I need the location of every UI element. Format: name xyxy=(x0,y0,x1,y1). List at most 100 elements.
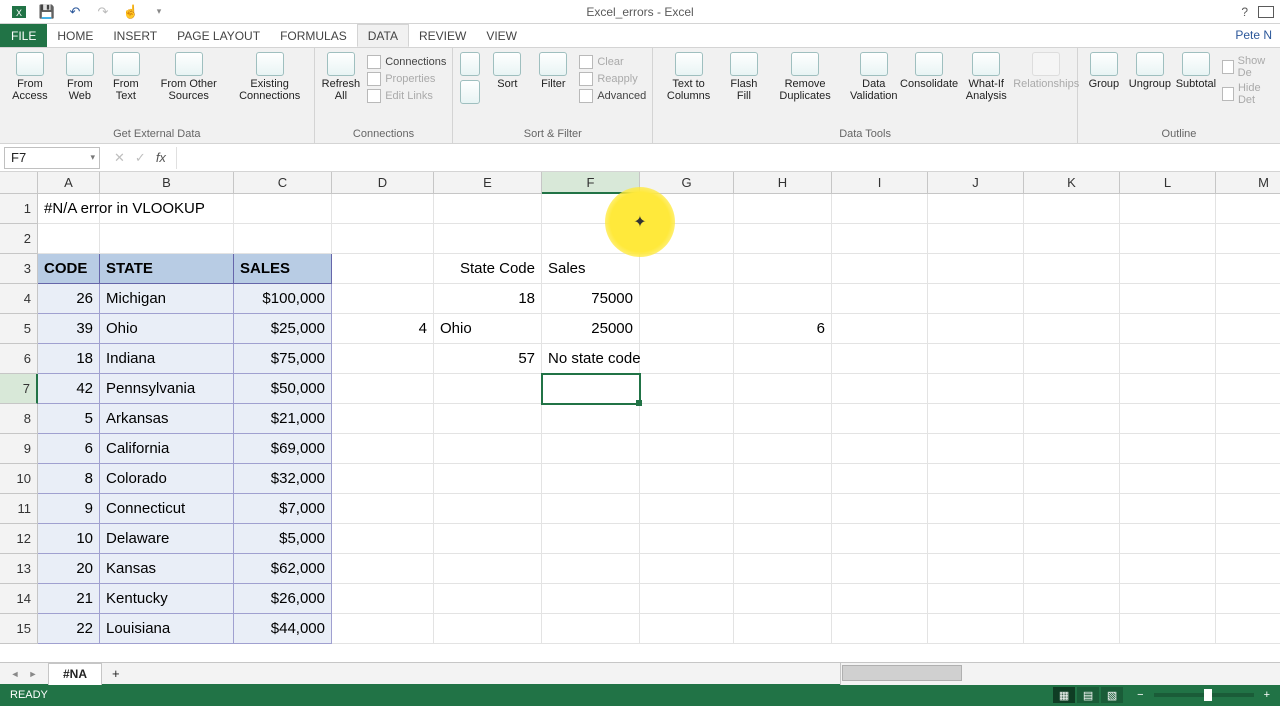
cell-F14[interactable] xyxy=(542,584,640,614)
cell-C9[interactable]: $69,000 xyxy=(234,434,332,464)
cell-B15[interactable]: Louisiana xyxy=(100,614,234,644)
col-header-G[interactable]: G xyxy=(640,172,734,194)
cell-J12[interactable] xyxy=(928,524,1024,554)
cell-H1[interactable] xyxy=(734,194,832,224)
cell-I6[interactable] xyxy=(832,344,928,374)
cell-E5[interactable]: Ohio xyxy=(434,314,542,344)
cell-K11[interactable] xyxy=(1024,494,1120,524)
cell-E14[interactable] xyxy=(434,584,542,614)
worksheet-grid[interactable]: ABCDEFGHIJKLM 123456789101112131415 #N/A… xyxy=(0,172,1280,662)
sort-az-button[interactable] xyxy=(457,50,483,106)
cell-M11[interactable] xyxy=(1216,494,1280,524)
horizontal-scrollbar[interactable] xyxy=(840,663,1280,685)
cell-H14[interactable] xyxy=(734,584,832,614)
cell-C10[interactable]: $32,000 xyxy=(234,464,332,494)
flash-fill-button[interactable]: Flash Fill xyxy=(722,50,766,104)
zoom-in-icon[interactable]: + xyxy=(1264,689,1270,701)
user-name[interactable]: Pete N xyxy=(1235,28,1272,42)
cell-G1[interactable] xyxy=(640,194,734,224)
cell-E3[interactable]: State Code xyxy=(434,254,542,284)
cell-H5[interactable]: 6 xyxy=(734,314,832,344)
from-other-sources-button[interactable]: From Other Sources xyxy=(150,50,228,104)
cell-I12[interactable] xyxy=(832,524,928,554)
cell-D14[interactable] xyxy=(332,584,434,614)
col-header-J[interactable]: J xyxy=(928,172,1024,194)
cell-C15[interactable]: $44,000 xyxy=(234,614,332,644)
cancel-icon[interactable]: ✕ xyxy=(114,150,125,166)
cell-I14[interactable] xyxy=(832,584,928,614)
cell-F7[interactable] xyxy=(542,374,640,404)
cell-A2[interactable] xyxy=(38,224,100,254)
cell-F9[interactable] xyxy=(542,434,640,464)
redo-icon[interactable]: ↷ xyxy=(92,1,114,23)
cell-J4[interactable] xyxy=(928,284,1024,314)
cell-B2[interactable] xyxy=(100,224,234,254)
cell-D3[interactable] xyxy=(332,254,434,284)
tab-data[interactable]: DATA xyxy=(357,24,409,47)
cell-I4[interactable] xyxy=(832,284,928,314)
cell-B14[interactable]: Kentucky xyxy=(100,584,234,614)
cell-G4[interactable] xyxy=(640,284,734,314)
from-text-button[interactable]: From Text xyxy=(104,50,148,104)
cell-M3[interactable] xyxy=(1216,254,1280,284)
cell-A11[interactable]: 9 xyxy=(38,494,100,524)
undo-icon[interactable]: ↶ xyxy=(64,1,86,23)
cell-A5[interactable]: 39 xyxy=(38,314,100,344)
cell-D15[interactable] xyxy=(332,614,434,644)
edit-links-button[interactable]: Edit Links xyxy=(365,88,448,104)
cell-G10[interactable] xyxy=(640,464,734,494)
cell-A8[interactable]: 5 xyxy=(38,404,100,434)
cell-G5[interactable] xyxy=(640,314,734,344)
cell-E13[interactable] xyxy=(434,554,542,584)
ribbon-options-icon[interactable] xyxy=(1258,6,1274,18)
tab-page-layout[interactable]: PAGE LAYOUT xyxy=(167,24,270,47)
cell-J13[interactable] xyxy=(928,554,1024,584)
col-header-I[interactable]: I xyxy=(832,172,928,194)
cell-C7[interactable]: $50,000 xyxy=(234,374,332,404)
cell-K4[interactable] xyxy=(1024,284,1120,314)
enter-icon[interactable]: ✓ xyxy=(135,150,146,166)
fx-icon[interactable]: fx xyxy=(156,150,166,165)
cell-F12[interactable] xyxy=(542,524,640,554)
cell-J10[interactable] xyxy=(928,464,1024,494)
cell-K9[interactable] xyxy=(1024,434,1120,464)
cell-F1[interactable] xyxy=(542,194,640,224)
cell-G13[interactable] xyxy=(640,554,734,584)
row-header-9[interactable]: 9 xyxy=(0,434,38,464)
new-sheet-button[interactable]: + xyxy=(102,666,130,681)
tab-review[interactable]: REVIEW xyxy=(409,24,476,47)
cell-J11[interactable] xyxy=(928,494,1024,524)
cell-H11[interactable] xyxy=(734,494,832,524)
row-header-6[interactable]: 6 xyxy=(0,344,38,374)
cell-A6[interactable]: 18 xyxy=(38,344,100,374)
cell-K13[interactable] xyxy=(1024,554,1120,584)
row-header-1[interactable]: 1 xyxy=(0,194,38,224)
text-to-columns-button[interactable]: Text to Columns xyxy=(657,50,720,104)
page-break-button[interactable]: ▧ xyxy=(1101,687,1123,703)
cell-B1[interactable] xyxy=(100,194,234,224)
cell-E7[interactable] xyxy=(434,374,542,404)
cell-D8[interactable] xyxy=(332,404,434,434)
from-access-button[interactable]: From Access xyxy=(4,50,56,104)
touch-mode-icon[interactable]: ☝ xyxy=(120,1,142,23)
cell-A13[interactable]: 20 xyxy=(38,554,100,584)
row-header-2[interactable]: 2 xyxy=(0,224,38,254)
cell-C1[interactable] xyxy=(234,194,332,224)
tab-view[interactable]: VIEW xyxy=(476,24,527,47)
col-header-K[interactable]: K xyxy=(1024,172,1120,194)
cell-E8[interactable] xyxy=(434,404,542,434)
cell-B10[interactable]: Colorado xyxy=(100,464,234,494)
refresh-all-button[interactable]: Refresh All xyxy=(319,50,364,104)
excel-icon[interactable]: X xyxy=(8,1,30,23)
cell-L9[interactable] xyxy=(1120,434,1216,464)
cell-F13[interactable] xyxy=(542,554,640,584)
cell-H9[interactable] xyxy=(734,434,832,464)
cell-A1[interactable]: #N/A error in VLOOKUP xyxy=(38,194,100,224)
cell-J2[interactable] xyxy=(928,224,1024,254)
cell-E4[interactable]: 18 xyxy=(434,284,542,314)
cell-L2[interactable] xyxy=(1120,224,1216,254)
cell-C2[interactable] xyxy=(234,224,332,254)
cell-I9[interactable] xyxy=(832,434,928,464)
cell-I2[interactable] xyxy=(832,224,928,254)
connections-button[interactable]: Connections xyxy=(365,54,448,70)
